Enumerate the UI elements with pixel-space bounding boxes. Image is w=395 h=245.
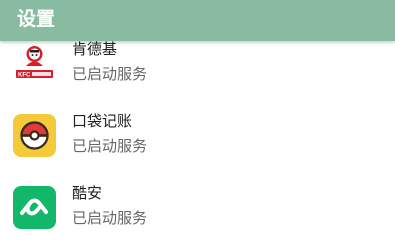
pocket-ledger-app-icon	[13, 114, 56, 157]
app-list: KFC 肯德基 已启动服务 口袋记账 已启动服务 酷安 已启动服务	[0, 26, 395, 242]
page-title: 设置	[17, 8, 56, 30]
app-name: 肯德基	[72, 40, 118, 58]
top-app-bar: 设置	[0, 0, 395, 41]
app-status: 已启动服务	[72, 65, 148, 83]
app-status: 已启动服务	[72, 137, 148, 155]
app-name: 口袋记账	[72, 112, 133, 130]
app-name: 酷安	[72, 184, 103, 202]
coolapk-app-icon	[13, 186, 56, 229]
app-settings-screen: 设置 KFC 肯德基 已启动服务 口袋记账 已启动服务 酷安 已启动服务	[0, 0, 395, 245]
app-list-item-pocket-ledger[interactable]: 口袋记账 已启动服务	[0, 98, 395, 170]
kfc-app-icon: KFC	[13, 42, 56, 85]
app-list-item-coolapk[interactable]: 酷安 已启动服务	[0, 170, 395, 242]
svg-text:KFC: KFC	[18, 73, 31, 79]
app-status: 已启动服务	[72, 209, 148, 227]
